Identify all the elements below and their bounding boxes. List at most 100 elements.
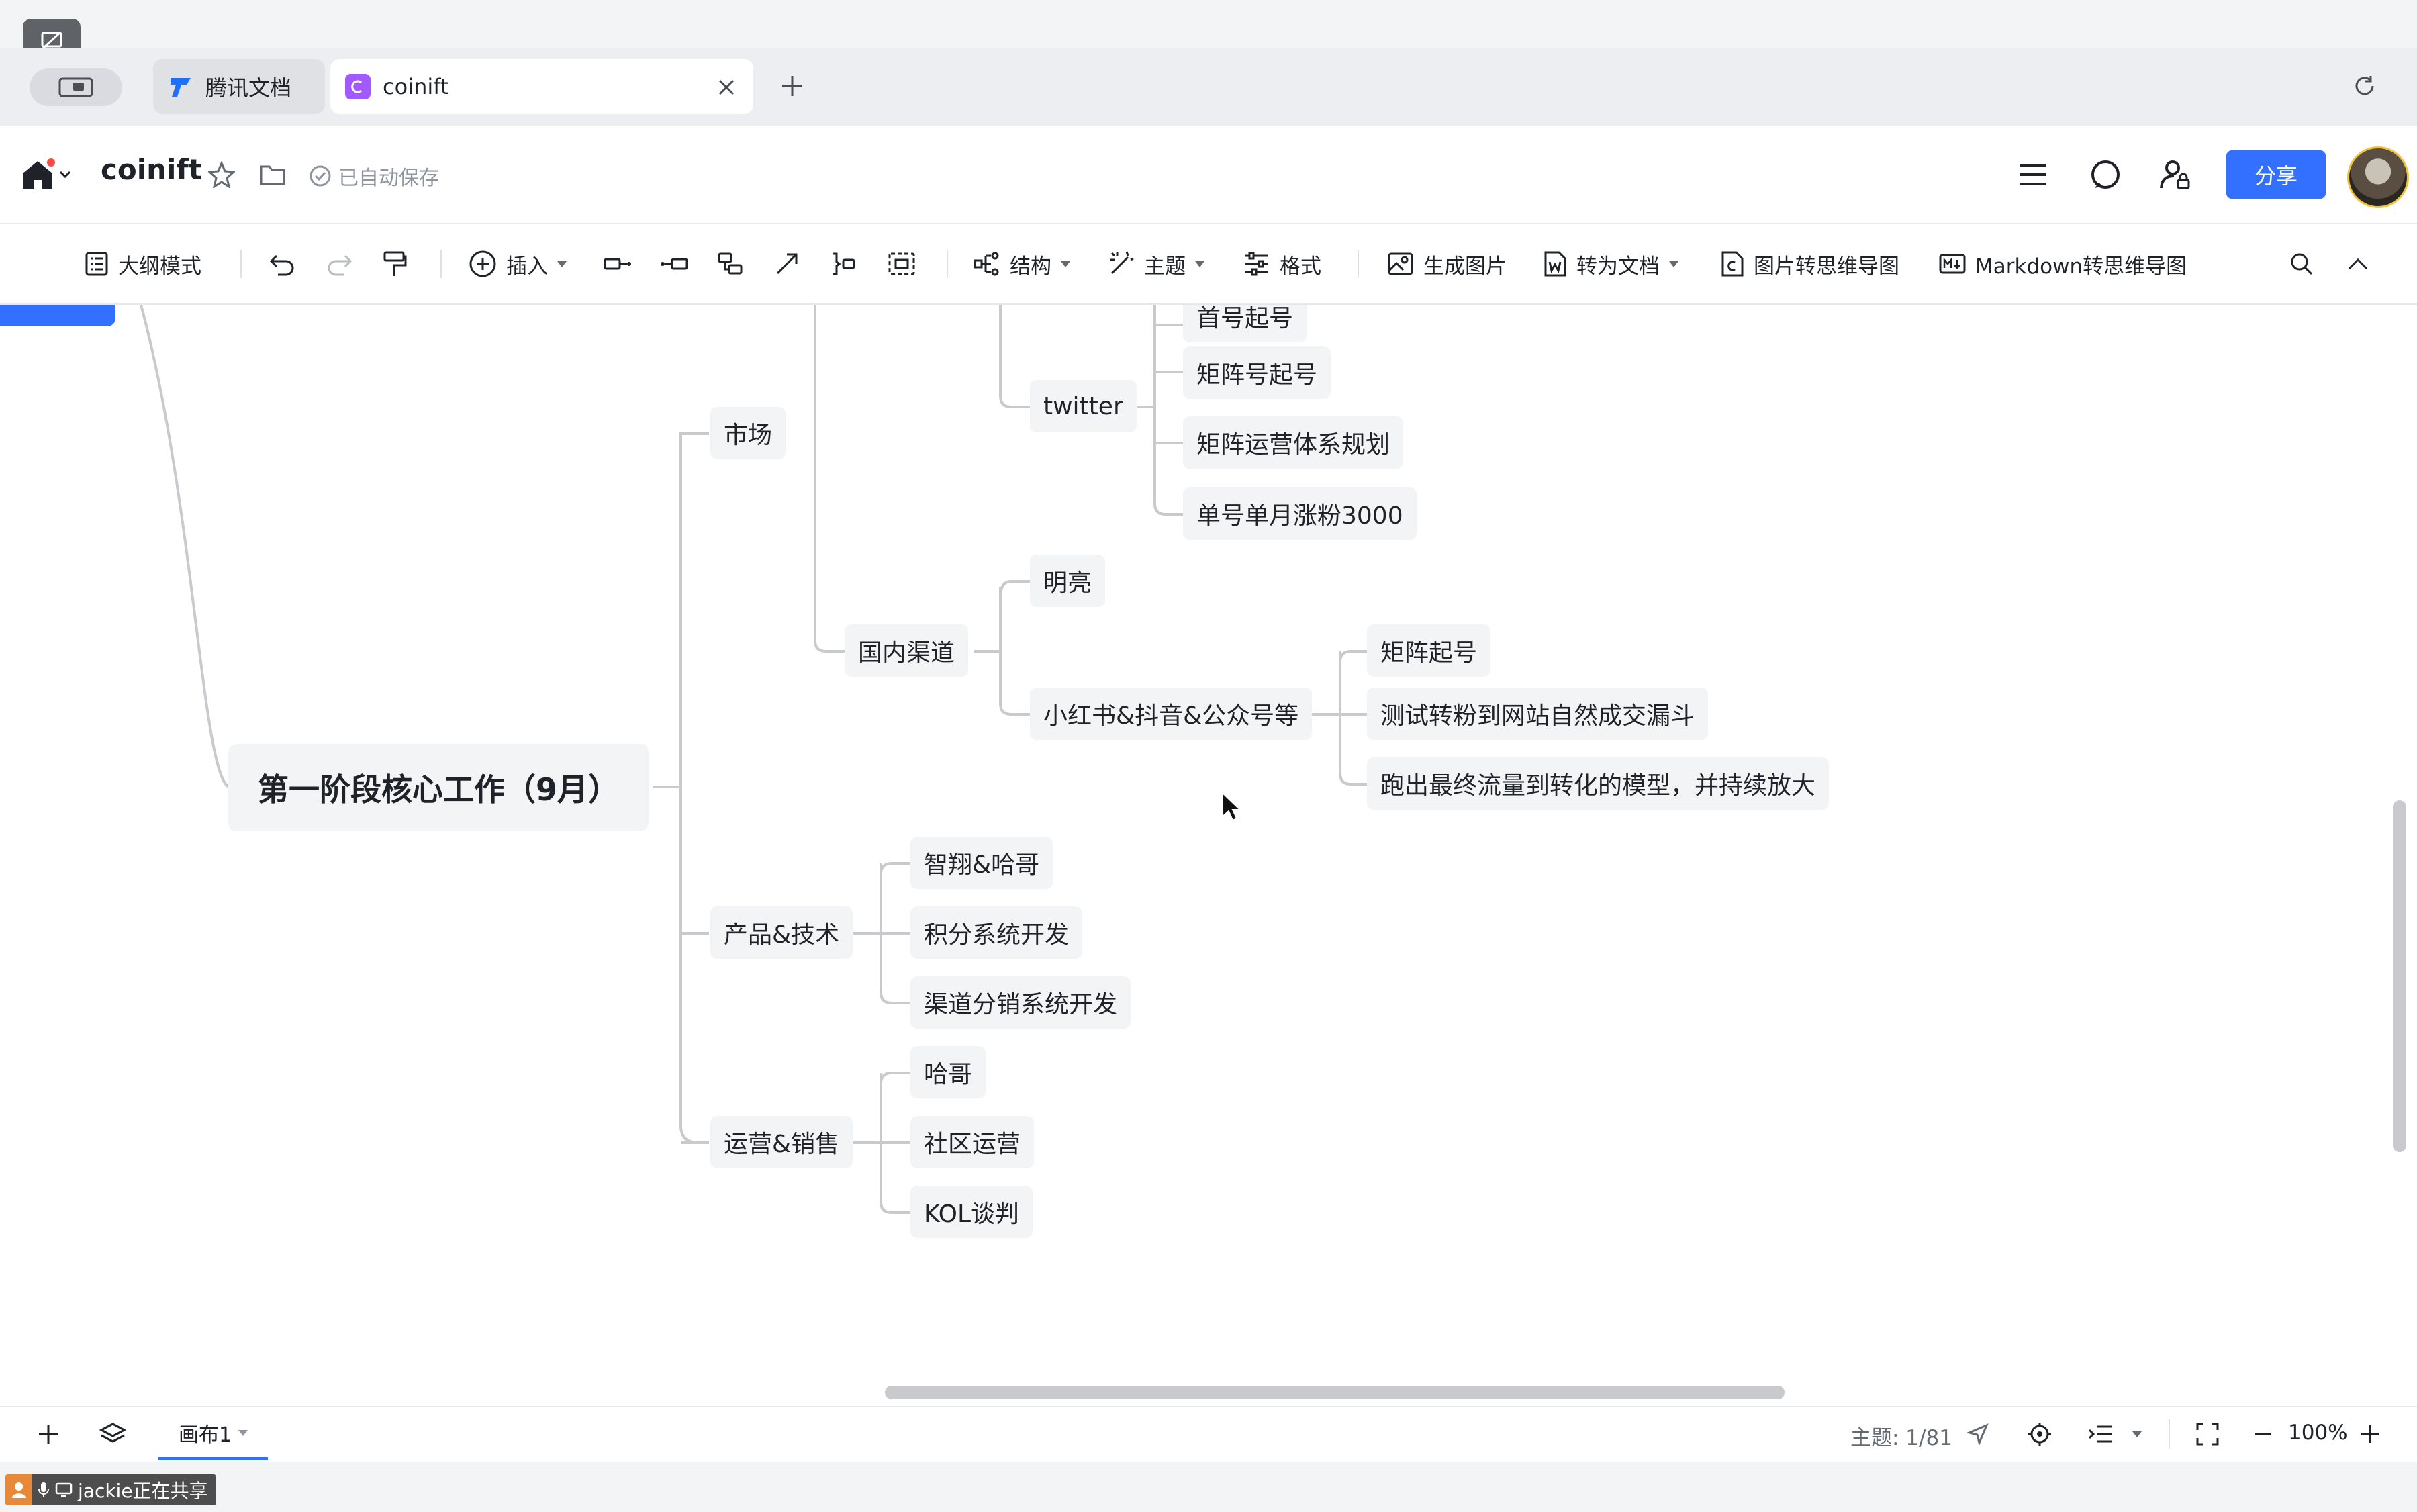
mindmap-node[interactable]: 跑出最终流量到转化的模型，并持续放大 <box>1367 757 1830 810</box>
search-button[interactable] <box>2289 240 2314 287</box>
home-menu-button[interactable] <box>20 150 71 199</box>
mindmap-node[interactable]: 哈哥 <box>910 1046 986 1098</box>
caret-down-icon <box>238 1429 248 1436</box>
structure-menu-button[interactable]: 结构 <box>974 240 1070 287</box>
connector-button[interactable] <box>775 240 799 287</box>
topic-count: 主题: 1/81 <box>1850 1426 1952 1450</box>
mindmap-node[interactable]: 测试转粉到网站自然成交漏斗 <box>1367 688 1709 740</box>
undo-icon <box>269 252 295 276</box>
mindmap-canvas[interactable]: 第一阶段核心工作（9月） 市场 twitter 首号起号 矩阵号起号 矩阵运营体… <box>0 305 2417 1406</box>
redo-icon <box>326 252 353 276</box>
mindmap-node-domestic[interactable]: 国内渠道 <box>845 624 969 677</box>
image-to-mindmap-button[interactable]: 图片转思维导图 <box>1720 240 1899 287</box>
reload-icon[interactable] <box>2349 70 2381 102</box>
toolbar-divider <box>440 250 442 278</box>
image-convert-icon <box>1720 250 1744 277</box>
mindmap-node[interactable]: 首号起号 <box>1183 305 1307 342</box>
mindmap-node[interactable]: 积分系统开发 <box>910 906 1083 959</box>
word-doc-icon <box>1543 250 1567 277</box>
summary-button[interactable] <box>830 240 857 287</box>
mindmap-node[interactable]: 小红书&抖音&公众号等 <box>1030 688 1313 740</box>
mindmap-node-twitter[interactable]: twitter <box>1030 380 1137 432</box>
generate-image-button[interactable]: 生成图片 <box>1387 240 1507 287</box>
mindmap-node[interactable]: 矩阵运营体系规划 <box>1183 416 1404 469</box>
avatar[interactable] <box>2347 146 2409 208</box>
folder-icon[interactable] <box>254 156 291 193</box>
selected-node-edge <box>0 305 115 326</box>
share-button[interactable]: 分享 <box>2226 150 2326 199</box>
convert-to-doc-label: 转为文档 <box>1576 254 1660 279</box>
sharing-indicator[interactable]: jackie正在共享 <box>5 1474 216 1505</box>
fullscreen-icon[interactable] <box>2190 1417 2225 1452</box>
mindmap-app-icon <box>345 74 371 99</box>
caret-down-icon <box>2132 1431 2142 1437</box>
sharing-label: jackie正在共享 <box>78 1480 208 1502</box>
mindmap-node[interactable]: 矩阵起号 <box>1367 624 1491 677</box>
frame-button[interactable] <box>888 240 916 287</box>
caret-down-icon <box>1061 261 1070 267</box>
vertical-scrollbar[interactable] <box>2393 800 2406 1152</box>
format-painter-button[interactable] <box>383 240 407 287</box>
mindmap-node-ops-sales[interactable]: 运营&销售 <box>710 1116 853 1168</box>
theme-menu-button[interactable]: 主题 <box>1108 240 1204 287</box>
zoom-out-icon[interactable] <box>2245 1417 2280 1452</box>
add-parent-topic-button[interactable] <box>717 240 744 287</box>
tab-tencent-docs[interactable]: 腾讯文档 <box>153 59 325 114</box>
document-title[interactable]: coinift <box>101 153 202 186</box>
markdown-to-mindmap-button[interactable]: Markdown转思维导图 <box>1939 240 2187 287</box>
layers-icon[interactable] <box>95 1417 130 1452</box>
summary-bracket-icon <box>830 252 857 276</box>
caret-down-icon <box>557 261 567 267</box>
mindmap-node-product-tech[interactable]: 产品&技术 <box>710 906 853 959</box>
tab-label: coinift <box>383 74 449 99</box>
format-button[interactable]: 格式 <box>1243 240 1321 287</box>
outline-mode-button[interactable]: 大纲模式 <box>85 240 201 287</box>
mindmap-node[interactable]: 单号单月涨粉3000 <box>1183 487 1417 540</box>
navigate-icon[interactable] <box>1960 1417 1995 1452</box>
locate-icon[interactable] <box>2022 1417 2057 1452</box>
markdown-icon <box>1939 253 1966 275</box>
connector-lines <box>140 305 1367 1214</box>
theme-label: 主题 <box>1144 254 1186 279</box>
mindmap-node-market[interactable]: 市场 <box>710 407 786 459</box>
chevron-up-icon <box>2347 257 2369 271</box>
mindmap-root-node[interactable]: 第一阶段核心工作（9月） <box>228 744 649 831</box>
mindmap-node[interactable]: KOL谈判 <box>910 1186 1033 1238</box>
tab-coinift[interactable]: coinift <box>330 59 753 114</box>
format-sliders-icon <box>1243 252 1270 276</box>
collapse-toolbar-button[interactable] <box>2347 240 2369 287</box>
add-child-topic-button[interactable] <box>603 240 632 287</box>
new-tab-icon[interactable] <box>776 70 808 102</box>
mindmap-node[interactable]: 矩阵号起号 <box>1183 346 1331 399</box>
sidebar-toggle-button[interactable] <box>30 68 122 106</box>
mindmap-node[interactable]: 智翔&哈哥 <box>910 837 1053 889</box>
home-icon <box>20 158 55 191</box>
add-sibling-topic-button[interactable] <box>659 240 689 287</box>
redo-button[interactable] <box>326 240 353 287</box>
mindmap-node[interactable]: 渠道分销系统开发 <box>910 976 1131 1029</box>
screen-share-strip <box>0 1462 2417 1512</box>
add-canvas-icon[interactable] <box>31 1417 66 1452</box>
mouse-cursor-icon <box>1221 791 1242 822</box>
mindmap-node[interactable]: 社区运营 <box>910 1116 1035 1168</box>
horizontal-scrollbar[interactable] <box>885 1386 1785 1399</box>
frame-icon <box>888 252 916 276</box>
undo-button[interactable] <box>269 240 295 287</box>
canvas-tab[interactable]: 画布1 <box>158 1409 269 1460</box>
microphone-icon <box>38 1481 50 1499</box>
canvas-tab-label: 画布1 <box>179 1423 232 1447</box>
zoom-in-icon[interactable] <box>2353 1417 2387 1452</box>
convert-to-doc-button[interactable]: 转为文档 <box>1543 240 1678 287</box>
user-permission-icon[interactable] <box>2157 156 2194 193</box>
insert-menu-button[interactable]: 插入 <box>469 240 567 287</box>
star-icon[interactable] <box>203 156 240 193</box>
comment-bubble-icon[interactable] <box>2087 156 2124 193</box>
chevron-down-icon <box>59 171 71 179</box>
mindmap-node[interactable]: 明亮 <box>1030 555 1106 607</box>
menu-icon[interactable] <box>2014 156 2052 193</box>
tab-label: 腾讯文档 <box>205 75 292 101</box>
close-tab-icon[interactable] <box>714 75 739 99</box>
zoom-level[interactable]: 100% <box>2288 1421 2348 1445</box>
outline-list-dropdown[interactable] <box>2088 1417 2142 1452</box>
autosave-label: 已自动保存 <box>338 167 439 190</box>
